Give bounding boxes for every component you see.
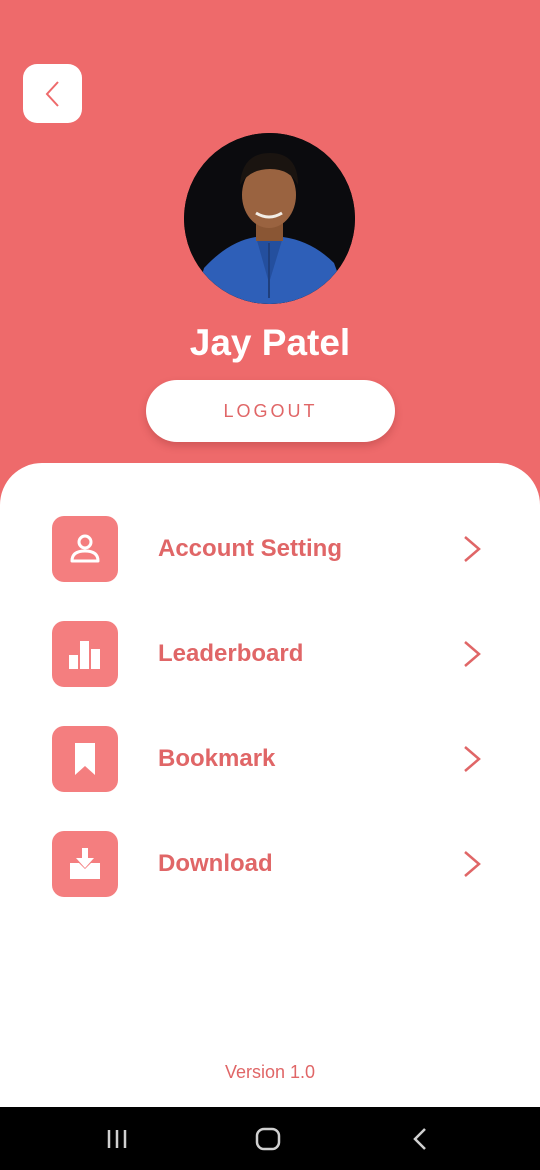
chevron-right-icon: [460, 639, 484, 669]
chevron-right-icon: [460, 534, 484, 564]
recent-apps-icon: [107, 1129, 127, 1148]
menu-item-leaderboard[interactable]: Leaderboard: [52, 621, 492, 687]
menu-item-label: Leaderboard: [158, 640, 304, 667]
back-button[interactable]: [23, 64, 82, 123]
home-button[interactable]: [228, 1107, 308, 1170]
menu-sheet: Account Setting Leaderboard Bookmark Dow…: [0, 463, 540, 1107]
menu-icon-tile: [52, 831, 118, 897]
menu-item-download[interactable]: Download: [52, 831, 492, 897]
avatar: [184, 133, 355, 304]
chevron-right-icon: [460, 744, 484, 774]
app-version: Version 1.0: [224, 1062, 316, 1082]
system-nav-bar: [0, 1107, 540, 1170]
chevron-right-icon: [460, 849, 484, 879]
menu-item-label: Account Setting: [158, 535, 342, 562]
back-nav-button[interactable]: [380, 1107, 460, 1170]
menu-icon-tile: [52, 621, 118, 687]
back-arrow-icon: [413, 1127, 426, 1150]
avatar-photo: [184, 133, 355, 304]
menu-item-label: Download: [158, 850, 273, 877]
menu-icon-tile: [52, 516, 118, 582]
bookmark-icon: [75, 743, 95, 775]
menu-item-account-setting[interactable]: Account Setting: [52, 516, 492, 582]
user-name: Jay Patel: [189, 322, 351, 363]
home-icon: [255, 1127, 281, 1150]
menu-item-label: Bookmark: [158, 745, 276, 772]
bar-chart-icon: [69, 641, 100, 669]
user-icon: [70, 534, 100, 563]
download-icon: [70, 848, 100, 879]
logout-button[interactable]: LOGOUT: [146, 380, 395, 442]
chevron-left-icon: [45, 80, 59, 107]
recent-apps-button[interactable]: [77, 1107, 157, 1170]
menu-item-bookmark[interactable]: Bookmark: [52, 726, 492, 792]
profile-screen: Jay Patel LOGOUT Account Setting Leaderb…: [0, 0, 540, 1170]
menu-icon-tile: [52, 726, 118, 792]
